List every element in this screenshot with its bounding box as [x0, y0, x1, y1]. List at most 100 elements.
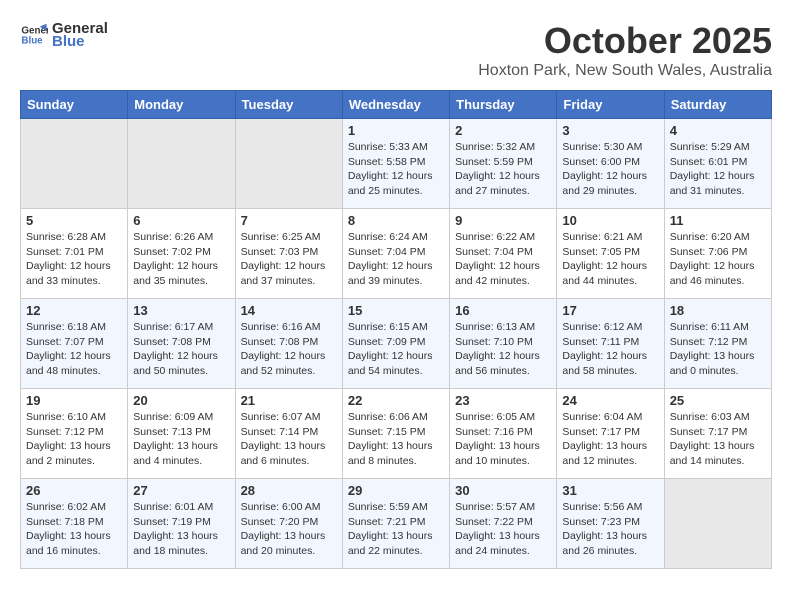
weekday-header-friday: Friday	[557, 91, 664, 119]
weekday-header-sunday: Sunday	[21, 91, 128, 119]
calendar-cell: 29 Sunrise: 5:59 AM Sunset: 7:21 PM Dayli…	[342, 479, 449, 569]
calendar-cell	[235, 119, 342, 209]
day-info: Sunrise: 5:56 AM Sunset: 7:23 PM Dayligh…	[562, 500, 658, 559]
day-info: Sunrise: 6:20 AM Sunset: 7:06 PM Dayligh…	[670, 230, 766, 289]
calendar-week-2: 5 Sunrise: 6:28 AM Sunset: 7:01 PM Daylig…	[21, 209, 772, 299]
day-info: Sunrise: 6:10 AM Sunset: 7:12 PM Dayligh…	[26, 410, 122, 469]
day-number: 7	[241, 213, 337, 228]
day-number: 11	[670, 213, 766, 228]
day-number: 8	[348, 213, 444, 228]
calendar-cell: 13Sunrise: 6:17 AM Sunset: 7:08 PM Dayli…	[128, 299, 235, 389]
calendar-week-4: 19Sunrise: 6:10 AM Sunset: 7:12 PM Dayli…	[21, 389, 772, 479]
calendar-cell: 4Sunrise: 5:29 AM Sunset: 6:01 PM Daylig…	[664, 119, 771, 209]
day-number: 30	[455, 483, 551, 498]
day-number: 26	[26, 483, 122, 498]
calendar-cell: 14 Sunrise: 6:16 AM Sunset: 7:08 PM Dayli…	[235, 299, 342, 389]
day-number: 13	[133, 303, 229, 318]
day-info: Sunrise: 6:06 AM Sunset: 7:15 PM Dayligh…	[348, 410, 444, 469]
header: General Blue General Blue October 2025 H…	[20, 20, 772, 80]
calendar-cell: 6 Sunrise: 6:26 AM Sunset: 7:02 PM Daylig…	[128, 209, 235, 299]
calendar-cell: 31Sunrise: 5:56 AM Sunset: 7:23 PM Dayli…	[557, 479, 664, 569]
day-info: Sunrise: 6:12 AM Sunset: 7:11 PM Dayligh…	[562, 320, 658, 379]
day-info: Sunrise: 6:00 AM Sunset: 7:20 PM Dayligh…	[241, 500, 337, 559]
calendar-cell: 27 Sunrise: 6:01 AM Sunset: 7:19 PM Dayli…	[128, 479, 235, 569]
day-info: Sunrise: 6:26 AM Sunset: 7:02 PM Dayligh…	[133, 230, 229, 289]
calendar-cell: 25Sunrise: 6:03 AM Sunset: 7:17 PM Dayli…	[664, 389, 771, 479]
calendar-cell	[21, 119, 128, 209]
day-number: 15	[348, 303, 444, 318]
day-info: Sunrise: 5:32 AM Sunset: 5:59 PM Dayligh…	[455, 140, 551, 199]
day-number: 27	[133, 483, 229, 498]
day-number: 29	[348, 483, 444, 498]
calendar-cell: 17 Sunrise: 6:12 AM Sunset: 7:11 PM Dayli…	[557, 299, 664, 389]
calendar-cell: 24 Sunrise: 6:04 AM Sunset: 7:17 PM Dayli…	[557, 389, 664, 479]
day-number: 14	[241, 303, 337, 318]
calendar-cell	[128, 119, 235, 209]
logo: General Blue General Blue	[20, 20, 108, 50]
calendar-week-1: 1 Sunrise: 5:33 AM Sunset: 5:58 PM Daylig…	[21, 119, 772, 209]
day-number: 12	[26, 303, 122, 318]
day-number: 9	[455, 213, 551, 228]
day-number: 21	[241, 393, 337, 408]
calendar-cell: 5 Sunrise: 6:28 AM Sunset: 7:01 PM Daylig…	[21, 209, 128, 299]
day-number: 22	[348, 393, 444, 408]
day-info: Sunrise: 6:25 AM Sunset: 7:03 PM Dayligh…	[241, 230, 337, 289]
calendar-cell: 23Sunrise: 6:05 AM Sunset: 7:16 PM Dayli…	[450, 389, 557, 479]
day-info: Sunrise: 6:01 AM Sunset: 7:19 PM Dayligh…	[133, 500, 229, 559]
day-number: 6	[133, 213, 229, 228]
day-info: Sunrise: 6:21 AM Sunset: 7:05 PM Dayligh…	[562, 230, 658, 289]
day-info: Sunrise: 6:28 AM Sunset: 7:01 PM Dayligh…	[26, 230, 122, 289]
day-number: 4	[670, 123, 766, 138]
weekday-header-tuesday: Tuesday	[235, 91, 342, 119]
calendar-table: SundayMondayTuesdayWednesdayThursdayFrid…	[20, 90, 772, 569]
calendar-cell: 19Sunrise: 6:10 AM Sunset: 7:12 PM Dayli…	[21, 389, 128, 479]
calendar-cell: 9 Sunrise: 6:22 AM Sunset: 7:04 PM Daylig…	[450, 209, 557, 299]
day-info: Sunrise: 6:11 AM Sunset: 7:12 PM Dayligh…	[670, 320, 766, 379]
day-info: Sunrise: 5:33 AM Sunset: 5:58 PM Dayligh…	[348, 140, 444, 199]
calendar-cell: 10Sunrise: 6:21 AM Sunset: 7:05 PM Dayli…	[557, 209, 664, 299]
day-number: 16	[455, 303, 551, 318]
day-number: 17	[562, 303, 658, 318]
calendar-cell: 30Sunrise: 5:57 AM Sunset: 7:22 PM Dayli…	[450, 479, 557, 569]
day-number: 5	[26, 213, 122, 228]
day-info: Sunrise: 6:04 AM Sunset: 7:17 PM Dayligh…	[562, 410, 658, 469]
day-info: Sunrise: 6:24 AM Sunset: 7:04 PM Dayligh…	[348, 230, 444, 289]
calendar-cell: 18 Sunrise: 6:11 AM Sunset: 7:12 PM Dayli…	[664, 299, 771, 389]
calendar-cell: 2Sunrise: 5:32 AM Sunset: 5:59 PM Daylig…	[450, 119, 557, 209]
calendar-cell: 22 Sunrise: 6:06 AM Sunset: 7:15 PM Dayli…	[342, 389, 449, 479]
weekday-header-monday: Monday	[128, 91, 235, 119]
calendar-week-5: 26 Sunrise: 6:02 AM Sunset: 7:18 PM Dayli…	[21, 479, 772, 569]
calendar-cell: 21Sunrise: 6:07 AM Sunset: 7:14 PM Dayli…	[235, 389, 342, 479]
day-info: Sunrise: 5:59 AM Sunset: 7:21 PM Dayligh…	[348, 500, 444, 559]
day-info: Sunrise: 6:09 AM Sunset: 7:13 PM Dayligh…	[133, 410, 229, 469]
day-number: 1	[348, 123, 444, 138]
day-info: Sunrise: 6:16 AM Sunset: 7:08 PM Dayligh…	[241, 320, 337, 379]
title-section: October 2025 Hoxton Park, New South Wale…	[478, 20, 772, 80]
calendar-cell: 26 Sunrise: 6:02 AM Sunset: 7:18 PM Dayli…	[21, 479, 128, 569]
day-info: Sunrise: 6:22 AM Sunset: 7:04 PM Dayligh…	[455, 230, 551, 289]
calendar-cell: 20 Sunrise: 6:09 AM Sunset: 7:13 PM Dayli…	[128, 389, 235, 479]
day-number: 24	[562, 393, 658, 408]
day-number: 18	[670, 303, 766, 318]
calendar-cell: 11 Sunrise: 6:20 AM Sunset: 7:06 PM Dayli…	[664, 209, 771, 299]
month-title: October 2025	[478, 20, 772, 62]
calendar-cell: 12Sunrise: 6:18 AM Sunset: 7:07 PM Dayli…	[21, 299, 128, 389]
calendar-cell: 16 Sunrise: 6:13 AM Sunset: 7:10 PM Dayli…	[450, 299, 557, 389]
location-title: Hoxton Park, New South Wales, Australia	[478, 62, 772, 80]
day-info: Sunrise: 5:30 AM Sunset: 6:00 PM Dayligh…	[562, 140, 658, 199]
calendar-cell: 7 Sunrise: 6:25 AM Sunset: 7:03 PM Daylig…	[235, 209, 342, 299]
calendar-body: 1 Sunrise: 5:33 AM Sunset: 5:58 PM Daylig…	[21, 119, 772, 569]
day-info: Sunrise: 6:05 AM Sunset: 7:16 PM Dayligh…	[455, 410, 551, 469]
day-number: 20	[133, 393, 229, 408]
day-info: Sunrise: 6:02 AM Sunset: 7:18 PM Dayligh…	[26, 500, 122, 559]
calendar-week-3: 12Sunrise: 6:18 AM Sunset: 7:07 PM Dayli…	[21, 299, 772, 389]
day-number: 28	[241, 483, 337, 498]
weekday-header-wednesday: Wednesday	[342, 91, 449, 119]
weekday-header-row: SundayMondayTuesdayWednesdayThursdayFrid…	[21, 91, 772, 119]
calendar-cell: 1 Sunrise: 5:33 AM Sunset: 5:58 PM Daylig…	[342, 119, 449, 209]
day-number: 3	[562, 123, 658, 138]
day-info: Sunrise: 6:13 AM Sunset: 7:10 PM Dayligh…	[455, 320, 551, 379]
calendar-cell: 3 Sunrise: 5:30 AM Sunset: 6:00 PM Daylig…	[557, 119, 664, 209]
logo-icon: General Blue	[20, 21, 48, 49]
day-info: Sunrise: 6:03 AM Sunset: 7:17 PM Dayligh…	[670, 410, 766, 469]
